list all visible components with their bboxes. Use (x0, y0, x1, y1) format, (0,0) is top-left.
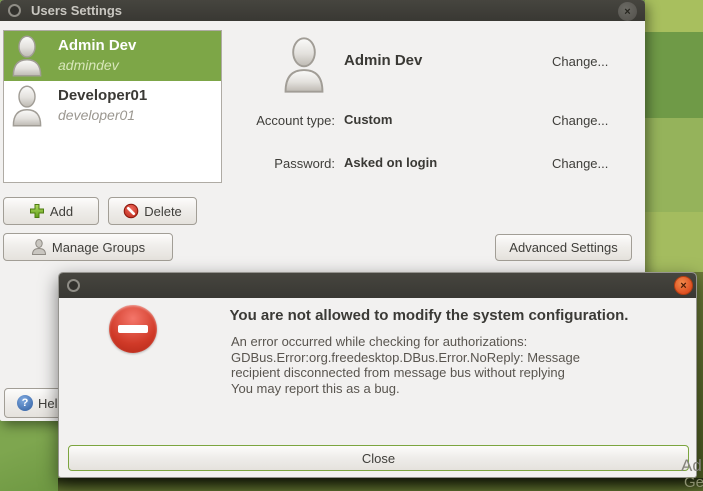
window-title: Users Settings (31, 3, 122, 18)
window-menu-icon[interactable] (67, 279, 80, 292)
user-login-name: developer01 (58, 106, 135, 124)
wallpaper-tile (645, 0, 703, 32)
advanced-settings-button[interactable]: Advanced Settings (495, 234, 632, 261)
change-password-button[interactable]: Change... (552, 156, 608, 171)
account-type-value: Custom (344, 112, 392, 127)
error-heading: You are not allowed to modify the system… (174, 306, 684, 325)
group-icon (31, 239, 47, 255)
dialog-close-button-label: Close (362, 451, 395, 466)
profile-name: Admin Dev (344, 52, 422, 69)
wallpaper-tile (58, 478, 703, 491)
advanced-settings-label: Advanced Settings (509, 240, 617, 255)
error-message: An error occurred while checking for aut… (231, 334, 580, 396)
close-icon: × (680, 280, 686, 292)
window-titlebar: Users Settings × (0, 0, 645, 21)
wallpaper-tile (645, 212, 703, 272)
error-message-line: You may report this as a bug. (231, 381, 580, 397)
dialog-titlebar: × (59, 273, 696, 298)
add-user-button[interactable]: Add (3, 197, 99, 225)
user-avatar-icon (11, 35, 43, 77)
dialog-close-button[interactable]: Close (68, 445, 689, 471)
password-value: Asked on login (344, 155, 437, 170)
help-icon: ? (17, 395, 33, 411)
account-type-label: Account type: (225, 113, 335, 128)
error-message-line: GDBus.Error:org.freedesktop.DBus.Error.N… (231, 350, 580, 366)
profile-avatar-icon (282, 37, 326, 93)
error-dialog: × You are not allowed to modify the syst… (58, 272, 697, 478)
manage-groups-button[interactable]: Manage Groups (3, 233, 173, 261)
delete-button-label: Delete (144, 204, 182, 219)
change-name-button[interactable]: Change... (552, 54, 608, 69)
delete-user-button[interactable]: Delete (108, 197, 197, 225)
error-message-line: recipient disconnected from message bus … (231, 365, 580, 381)
user-list: Admin Dev admindev Developer01 developer… (3, 30, 222, 183)
close-window-button[interactable]: × (618, 2, 637, 21)
user-full-name: Developer01 (58, 86, 147, 106)
user-list-item[interactable]: Admin Dev admindev (4, 31, 221, 81)
wallpaper-tile (645, 32, 703, 118)
change-account-type-button[interactable]: Change... (552, 113, 608, 128)
wallpaper-tile (645, 118, 703, 212)
user-avatar-icon (11, 85, 43, 127)
background-artifact-text: Ge (684, 474, 703, 491)
plus-icon (29, 203, 45, 219)
desktop: Users Settings × Admin Dev admindev D (0, 0, 703, 491)
user-full-name: Admin Dev (58, 36, 136, 56)
user-login-name: admindev (58, 56, 119, 74)
user-list-item[interactable]: Developer01 developer01 (4, 81, 221, 131)
close-dialog-button[interactable]: × (674, 276, 693, 295)
add-button-label: Add (50, 204, 73, 219)
error-message-line: An error occurred while checking for aut… (231, 334, 580, 350)
delete-icon (123, 203, 139, 219)
wallpaper-tile (0, 421, 58, 491)
password-label: Password: (225, 156, 335, 171)
manage-groups-label: Manage Groups (52, 240, 145, 255)
close-icon: × (624, 6, 630, 18)
no-entry-error-icon (109, 305, 157, 353)
background-artifact-text: Ad (681, 456, 702, 476)
window-menu-icon[interactable] (8, 4, 21, 17)
